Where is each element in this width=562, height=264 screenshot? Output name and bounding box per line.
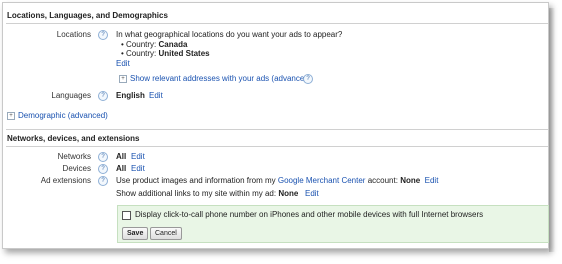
devices-label: Devices bbox=[62, 164, 91, 173]
help-icon[interactable]: ? bbox=[303, 74, 313, 84]
devices-edit-link[interactable]: Edit bbox=[131, 164, 145, 173]
languages-label: Languages bbox=[51, 91, 91, 100]
panel-shadow bbox=[549, 8, 555, 252]
expand-plus-icon[interactable]: + bbox=[119, 75, 127, 83]
networks-edit-link[interactable]: Edit bbox=[131, 152, 145, 161]
networks-value: All bbox=[116, 152, 127, 161]
help-icon[interactable]: ? bbox=[98, 91, 108, 101]
ad-extensions-label: Ad extensions bbox=[40, 176, 91, 185]
country-item: • Country: Canada bbox=[121, 40, 188, 49]
languages-edit-link[interactable]: Edit bbox=[149, 91, 163, 100]
devices-value: All bbox=[116, 164, 127, 173]
divider bbox=[6, 146, 548, 147]
divider bbox=[6, 23, 548, 24]
expand-plus-icon[interactable]: + bbox=[7, 112, 15, 120]
languages-value: English bbox=[116, 91, 145, 100]
merchant-value: None bbox=[400, 176, 421, 185]
demographic-link[interactable]: Demographic (advanced) bbox=[18, 111, 108, 120]
sitelinks-value: None bbox=[278, 189, 299, 198]
networks-label: Networks bbox=[57, 152, 91, 161]
help-icon[interactable]: ? bbox=[98, 176, 108, 186]
help-icon[interactable]: ? bbox=[98, 152, 108, 162]
show-addresses-link[interactable]: Show relevant addresses with your ads (a… bbox=[130, 74, 311, 83]
divider bbox=[6, 129, 548, 130]
country-item: • Country: United States bbox=[121, 49, 210, 58]
locations-label: Locations bbox=[56, 30, 91, 39]
click-to-call-label: Display click-to-call phone number on iP… bbox=[135, 210, 484, 219]
merchant-edit-link[interactable]: Edit bbox=[425, 176, 439, 185]
merchant-center-link[interactable]: Google Merchant Center bbox=[278, 176, 366, 185]
help-icon[interactable]: ? bbox=[98, 30, 108, 40]
sitelinks-row: Show additional links to my site within … bbox=[116, 189, 319, 198]
help-icon[interactable]: ? bbox=[98, 164, 108, 174]
cancel-button[interactable]: Cancel bbox=[150, 227, 182, 240]
merchant-row: Use product images and information from … bbox=[116, 176, 439, 185]
section-title-networks: Networks, devices, and extensions bbox=[7, 134, 140, 143]
click-to-call-checkbox[interactable] bbox=[122, 211, 131, 220]
locations-edit-link[interactable]: Edit bbox=[116, 59, 130, 68]
section-title-locations: Locations, Languages, and Demographics bbox=[7, 11, 168, 20]
settings-panel: Locations, Languages, and Demographics L… bbox=[2, 2, 549, 249]
save-button[interactable]: Save bbox=[122, 227, 149, 240]
sitelinks-edit-link[interactable]: Edit bbox=[305, 189, 319, 198]
locations-question: In what geographical locations do you wa… bbox=[116, 30, 343, 39]
click-to-call-panel: Display click-to-call phone number on iP… bbox=[117, 205, 549, 243]
